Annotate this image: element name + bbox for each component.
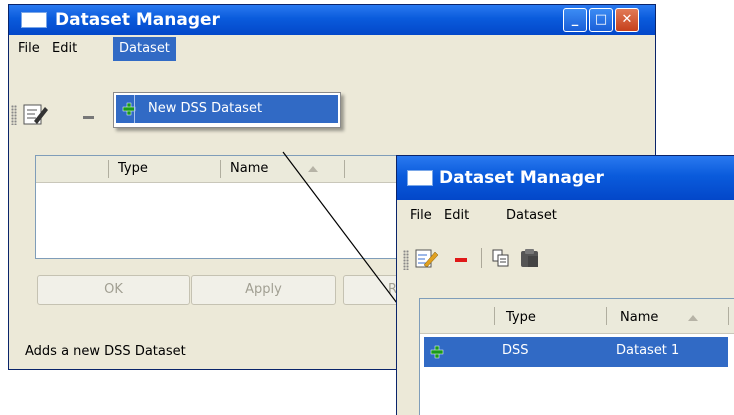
title-bar[interactable]: Dataset Manager: [397, 156, 734, 200]
remove-icon[interactable]: [455, 258, 467, 262]
cell-type: DSS: [502, 343, 529, 358]
plus-icon: [430, 345, 444, 359]
window-icon: [407, 170, 433, 186]
column-divider[interactable]: [494, 307, 495, 325]
cell-name: Dataset 1: [616, 343, 680, 358]
edit-icon[interactable]: [415, 248, 439, 270]
column-divider[interactable]: [606, 307, 607, 325]
toolbar-separator: [481, 248, 482, 268]
column-divider[interactable]: [728, 307, 729, 325]
menu-dataset[interactable]: Dataset: [503, 206, 560, 226]
menu-file[interactable]: File: [407, 206, 435, 226]
front-window: Dataset Manager File Edit Dataset Type N…: [396, 155, 734, 415]
paste-icon[interactable]: [519, 247, 541, 269]
dataset-table: Type Name DSS Dataset 1: [419, 298, 734, 415]
copy-icon[interactable]: [491, 248, 511, 268]
sort-ascending-icon: [688, 315, 698, 321]
menu-bar: File Edit Dataset: [397, 200, 734, 230]
table-row[interactable]: DSS Dataset 1: [424, 337, 728, 367]
table-header: Type Name: [420, 299, 734, 334]
grip-icon[interactable]: [403, 250, 409, 270]
column-name[interactable]: Name: [620, 305, 658, 331]
menu-edit[interactable]: Edit: [441, 206, 472, 226]
window-title: Dataset Manager: [439, 168, 604, 188]
column-type[interactable]: Type: [506, 305, 536, 331]
